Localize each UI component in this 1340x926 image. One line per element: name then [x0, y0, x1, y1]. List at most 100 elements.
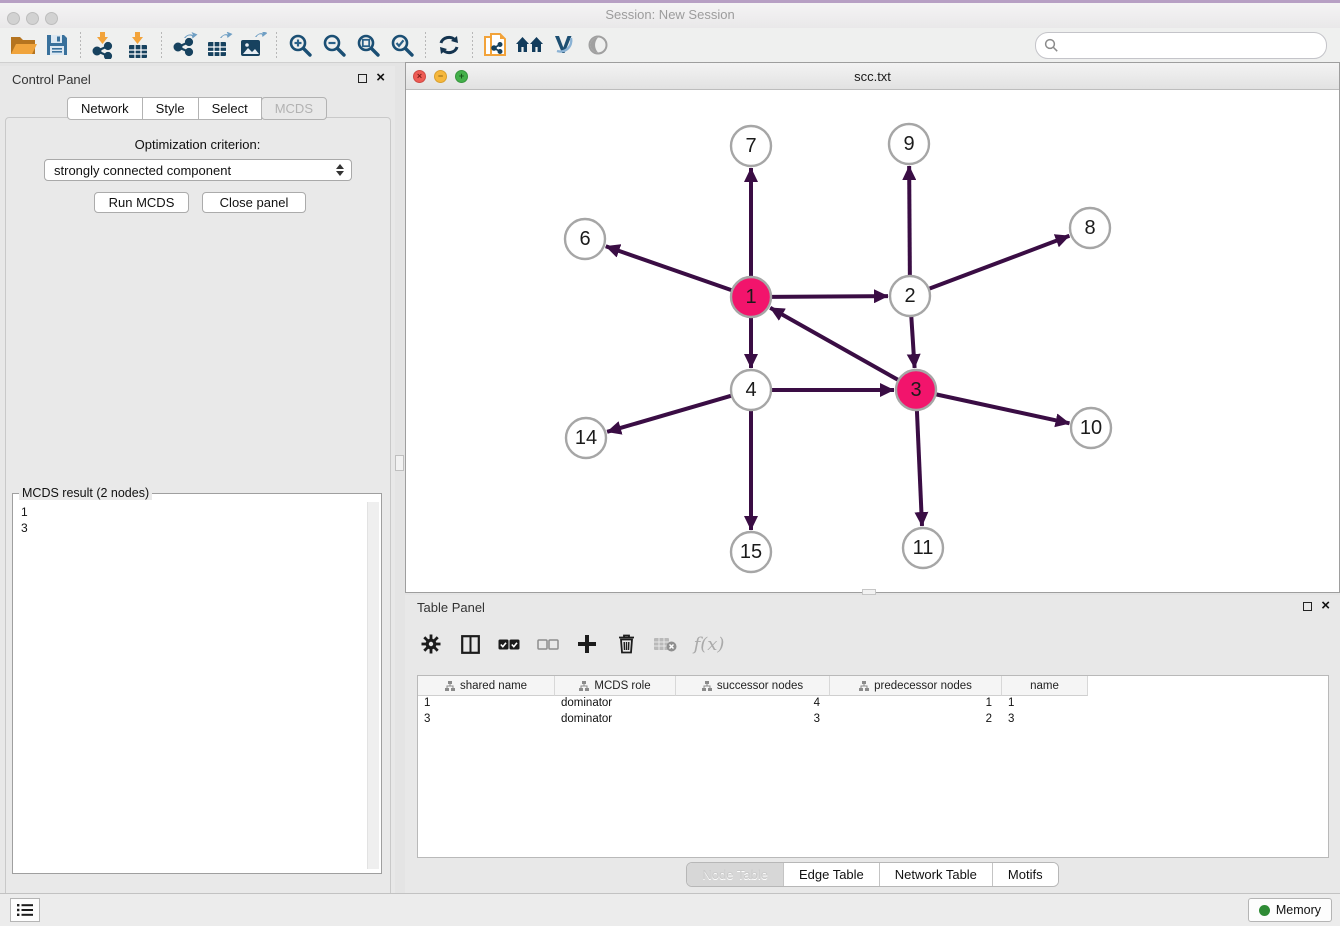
vizmapper-button[interactable] — [547, 30, 581, 60]
export-table-icon — [206, 32, 233, 58]
column-header-successor-nodes[interactable]: successor nodes — [676, 676, 830, 696]
column-header-name[interactable]: name — [1002, 676, 1088, 696]
export-network-button[interactable] — [168, 30, 202, 60]
table-row[interactable]: 1dominator411 — [418, 696, 1328, 712]
tab-mcds[interactable]: MCDS — [261, 97, 327, 120]
tab-network[interactable]: Network — [67, 97, 143, 120]
edge-2-3[interactable] — [911, 316, 914, 368]
column-header-shared-name[interactable]: shared name — [418, 676, 555, 696]
graph-node-10[interactable]: 10 — [1071, 408, 1111, 448]
export-image-button[interactable] — [236, 30, 270, 60]
table-cell[interactable]: 1 — [418, 696, 555, 712]
close-panel-icon[interactable]: × — [376, 73, 385, 83]
graph-node-2[interactable]: 2 — [890, 276, 930, 316]
apply-layout-button[interactable] — [432, 30, 466, 60]
table-cell[interactable]: dominator — [555, 696, 676, 712]
graph-node-14[interactable]: 14 — [566, 418, 606, 458]
show-hide-button[interactable] — [581, 30, 615, 60]
edge-3-10[interactable] — [936, 394, 1070, 423]
tab-edge-table[interactable]: Edge Table — [783, 863, 879, 886]
delete-column-button[interactable] — [614, 632, 638, 656]
status-bar: Memory — [0, 893, 1340, 926]
tab-select[interactable]: Select — [198, 97, 262, 120]
table-cell[interactable]: dominator — [555, 712, 676, 728]
run-mcds-button[interactable]: Run MCDS — [94, 192, 189, 213]
search-input[interactable] — [1059, 37, 1326, 55]
toolbar-separator — [472, 32, 473, 58]
graph-node-6[interactable]: 6 — [565, 219, 605, 259]
mcds-result-list[interactable]: 13 — [21, 504, 28, 536]
zoom-in-icon — [288, 33, 313, 58]
table-cell[interactable]: 2 — [830, 712, 1002, 728]
gear-button[interactable] — [419, 632, 443, 656]
edge-4-14[interactable] — [607, 396, 732, 432]
edge-1-2[interactable] — [771, 296, 888, 297]
table-row[interactable]: 3dominator323 — [418, 712, 1328, 728]
clone-network-button[interactable] — [479, 30, 513, 60]
criterion-select[interactable]: strongly connected component — [44, 159, 352, 181]
apply-layout-icon — [437, 34, 461, 56]
tab-network-table[interactable]: Network Table — [879, 863, 992, 886]
add-column-icon — [577, 634, 597, 654]
graph-node-4[interactable]: 4 — [731, 370, 771, 410]
zoom-in-button[interactable] — [283, 30, 317, 60]
column-panel-button[interactable] — [458, 632, 482, 656]
function-builder-button[interactable]: f(x) — [692, 632, 726, 656]
column-header-label: successor nodes — [717, 680, 803, 692]
edge-3-1[interactable] — [770, 308, 898, 380]
column-header-predecessor-nodes[interactable]: predecessor nodes — [830, 676, 1002, 696]
edge-2-8[interactable] — [929, 236, 1070, 289]
edge-2-9[interactable] — [909, 166, 910, 276]
graph-node-9[interactable]: 9 — [889, 124, 929, 164]
zoom-selected-button[interactable] — [385, 30, 419, 60]
vizmapper-icon — [553, 35, 575, 55]
column-header-MCDS-role[interactable]: MCDS role — [555, 676, 676, 696]
import-network-button[interactable] — [87, 30, 121, 60]
import-table-button[interactable] — [121, 30, 155, 60]
table-panel: Table Panel × — [405, 595, 1340, 893]
save-session-button[interactable] — [40, 30, 74, 60]
table-cell[interactable]: 1 — [1002, 696, 1088, 712]
table-cell[interactable]: 3 — [676, 712, 830, 728]
column-namespace-icon — [859, 681, 869, 691]
graph-node-11[interactable]: 11 — [903, 528, 943, 568]
result-scrollbar[interactable] — [367, 502, 379, 869]
open-session-button[interactable] — [6, 30, 40, 60]
ndex-button[interactable] — [513, 30, 547, 60]
table-cell[interactable]: 4 — [676, 696, 830, 712]
tab-node-table[interactable]: Node Table — [687, 863, 783, 886]
graph-node-1[interactable]: 1 — [731, 277, 771, 317]
tab-style[interactable]: Style — [142, 97, 199, 120]
table-cell[interactable]: 3 — [1002, 712, 1088, 728]
memory-button[interactable]: Memory — [1248, 898, 1332, 922]
task-history-button[interactable] — [10, 898, 40, 922]
table-cell[interactable]: 1 — [830, 696, 1002, 712]
table-cell[interactable]: 3 — [418, 712, 555, 728]
search-box[interactable] — [1035, 32, 1327, 59]
add-column-button[interactable] — [575, 632, 599, 656]
float-table-panel-icon[interactable] — [1303, 602, 1312, 611]
node-table[interactable]: shared nameMCDS role successor nodes prede… — [417, 675, 1329, 858]
import-network-icon — [91, 32, 117, 59]
zoom-fit-button[interactable] — [351, 30, 385, 60]
vertical-splitter-handle[interactable] — [395, 455, 404, 471]
delete-table-button[interactable] — [653, 632, 677, 656]
zoom-out-icon — [322, 33, 347, 58]
float-panel-icon[interactable] — [358, 74, 367, 83]
network-canvas[interactable]: 7 9 6 8 1 2 4 3 14 10 15 11 — [406, 90, 1339, 592]
table-panel-title: Table Panel — [417, 600, 485, 615]
graph-node-8[interactable]: 8 — [1070, 208, 1110, 248]
select-all-button[interactable] — [497, 632, 521, 656]
graph-node-7[interactable]: 7 — [731, 126, 771, 166]
table-tabgroup: Node TableEdge TableNetwork TableMotifs — [686, 862, 1058, 887]
tab-motifs[interactable]: Motifs — [992, 863, 1058, 886]
close-panel-button[interactable]: Close panel — [202, 192, 306, 213]
edge-1-6[interactable] — [606, 246, 732, 290]
graph-node-3[interactable]: 3 — [896, 370, 936, 410]
close-table-panel-icon[interactable]: × — [1321, 601, 1330, 611]
export-table-button[interactable] — [202, 30, 236, 60]
deselect-all-button[interactable] — [536, 632, 560, 656]
graph-node-15[interactable]: 15 — [731, 532, 771, 572]
edge-3-11[interactable] — [917, 410, 922, 526]
zoom-out-button[interactable] — [317, 30, 351, 60]
